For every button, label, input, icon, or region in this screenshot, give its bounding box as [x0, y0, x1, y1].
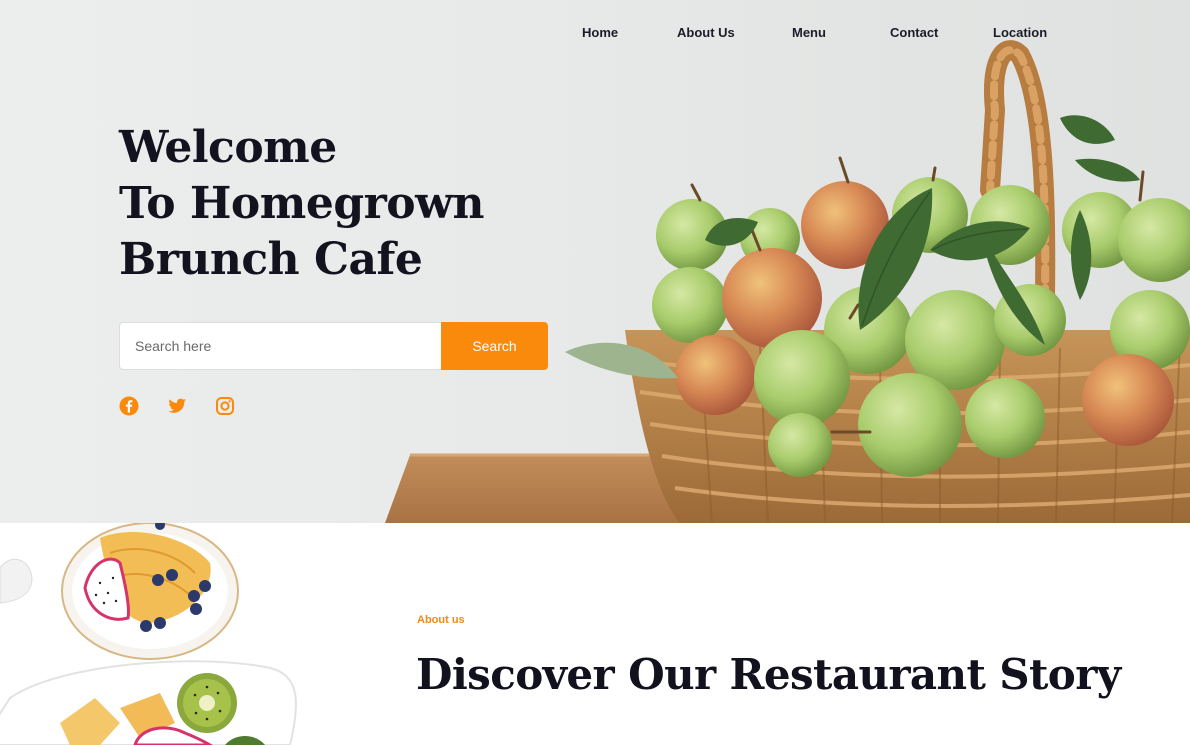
search-form: Search — [119, 322, 548, 370]
search-button[interactable]: Search — [441, 322, 548, 370]
brunch-food-image — [0, 523, 297, 745]
search-input[interactable] — [119, 322, 441, 370]
nav-link-location[interactable]: Location — [993, 25, 1047, 40]
hero-title-line: To Homegrown — [119, 178, 485, 229]
nav-link-home[interactable]: Home — [582, 25, 618, 40]
nav-link-contact[interactable]: Contact — [890, 25, 938, 40]
hero-title-line: Brunch Cafe — [119, 234, 423, 285]
about-title: Discover Our Restaurant Story — [416, 650, 1121, 699]
nav-link-menu[interactable]: Menu — [792, 25, 826, 40]
nav-link-about-us[interactable]: About Us — [677, 25, 735, 40]
hero-title: Welcome To Homegrown Brunch Cafe — [119, 120, 485, 288]
twitter-icon[interactable] — [167, 396, 187, 416]
about-eyebrow: About us — [417, 614, 465, 626]
hero-section: Home About Us Menu Contact Location Welc… — [0, 0, 1190, 523]
main-navigation: Home About Us Menu Contact Location — [0, 25, 1190, 45]
facebook-icon[interactable] — [119, 396, 139, 416]
about-section: About us Discover Our Restaurant Story — [0, 523, 1190, 745]
hero-title-line: Welcome — [119, 122, 337, 173]
instagram-icon[interactable] — [215, 396, 235, 416]
